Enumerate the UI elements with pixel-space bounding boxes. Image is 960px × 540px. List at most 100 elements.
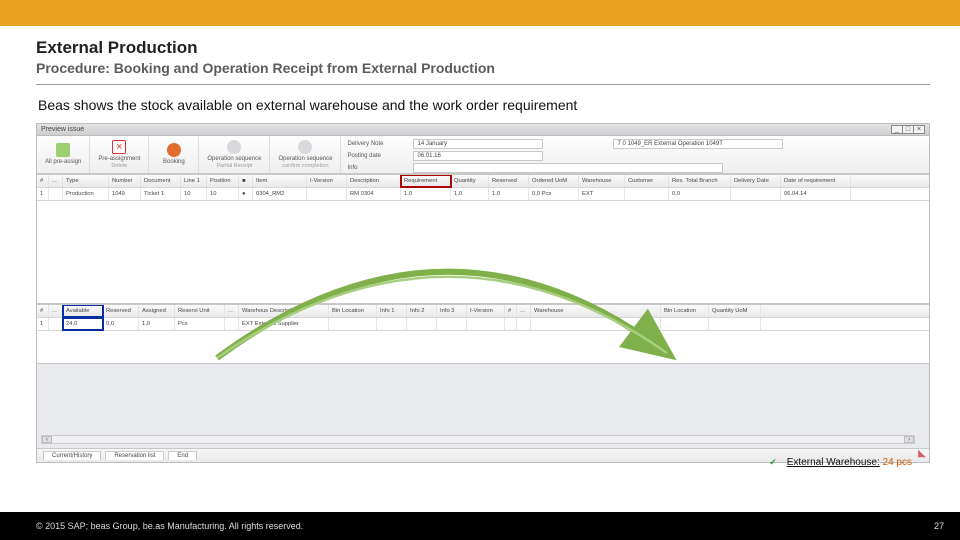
column-header[interactable]: ... (49, 305, 63, 317)
column-header[interactable]: Bin Location (329, 305, 377, 317)
grid-cell[interactable]: 1,0 (451, 188, 489, 200)
scroll-right-icon[interactable]: › (904, 436, 914, 443)
grid-cell[interactable] (225, 318, 239, 330)
grid-cell[interactable] (307, 188, 347, 200)
toolbar-preassign-button[interactable]: All pre-assign (37, 136, 90, 173)
grid-cell[interactable] (467, 318, 505, 330)
grid-cell[interactable] (407, 318, 437, 330)
toolbar-label: Operation sequence (278, 156, 332, 163)
column-header[interactable]: ... (517, 305, 531, 317)
column-header[interactable]: Available (63, 305, 103, 317)
grid-cell[interactable] (437, 318, 467, 330)
delivery-note-input[interactable]: 14 January (413, 139, 543, 149)
column-header[interactable]: I-Version (467, 305, 505, 317)
grid-cell[interactable]: 06.04.14 (781, 188, 851, 200)
toolbar-opseq-confirm-button[interactable]: Operation sequence confirm completion (270, 136, 341, 173)
column-header[interactable]: ... (49, 175, 63, 187)
grid-cell[interactable]: 1,0 (139, 318, 175, 330)
column-header[interactable]: Quantity (451, 175, 489, 187)
grid-cell[interactable]: 1 (37, 318, 49, 330)
scroll-left-icon[interactable]: ‹ (42, 436, 52, 443)
column-header[interactable]: Reservi Unit (175, 305, 225, 317)
column-header[interactable]: Info 3 (437, 305, 467, 317)
column-header[interactable]: Item (253, 175, 307, 187)
column-header[interactable]: Assigned (139, 305, 175, 317)
tab-end[interactable]: End (168, 451, 197, 460)
toolbar-label: Pre-assignment (98, 156, 140, 163)
column-header[interactable]: # (37, 175, 49, 187)
posting-date-input[interactable]: 06.01.16 (413, 151, 543, 161)
grid-cell[interactable] (531, 318, 661, 330)
grid-cell[interactable] (377, 318, 407, 330)
column-header[interactable]: Bin Location (661, 305, 709, 317)
grid-cell[interactable]: 1,0 (489, 188, 529, 200)
resize-handle-icon[interactable]: ◢ (918, 448, 926, 459)
column-header[interactable]: # (37, 305, 49, 317)
column-header[interactable]: Description (347, 175, 401, 187)
grid-cell[interactable]: Pcs (175, 318, 225, 330)
column-header[interactable]: Line 1 (181, 175, 207, 187)
grid-cell[interactable]: EXT External Supplier (239, 318, 329, 330)
info2-input[interactable] (413, 163, 723, 173)
toolbar-delete-assign-button[interactable]: × Pre-assignment Delete (90, 136, 149, 173)
column-header[interactable]: Warehous Description (239, 305, 329, 317)
app-window: Preview issue _ □ × All pre-assign × Pre… (36, 123, 930, 463)
grid-cell[interactable]: Production (63, 188, 109, 200)
grid-cell[interactable]: 1,0 (401, 188, 451, 200)
footer-copyright: © 2015 SAP; beas Group, be.as Manufactur… (36, 521, 303, 531)
column-header[interactable]: Customer (625, 175, 669, 187)
grid-cell[interactable]: 1 (37, 188, 49, 200)
gear-icon (298, 140, 312, 154)
grid-cell[interactable]: 0,0 (103, 318, 139, 330)
column-header[interactable]: # (505, 305, 517, 317)
column-header[interactable]: Info 1 (377, 305, 407, 317)
grid-cell[interactable]: 24,0 (63, 318, 103, 330)
grid-cell[interactable] (709, 318, 761, 330)
grid-cell[interactable]: RM 0304 (347, 188, 401, 200)
grid-cell[interactable] (505, 318, 517, 330)
column-header[interactable]: Document (141, 175, 181, 187)
horizontal-scrollbar[interactable]: ‹ › (41, 435, 915, 444)
column-header[interactable]: ■ (239, 175, 253, 187)
column-header[interactable]: ... (225, 305, 239, 317)
grid-cell[interactable] (49, 318, 63, 330)
toolbar-booking-button[interactable]: Booking (149, 136, 199, 173)
grid-cell[interactable]: Ticket 1 (141, 188, 181, 200)
column-header[interactable]: Delivery Date (731, 175, 781, 187)
column-header[interactable]: Warehouse (531, 305, 661, 317)
column-header[interactable]: Date of requirement (781, 175, 851, 187)
grid-cell[interactable] (517, 318, 531, 330)
tab-current-history[interactable]: Current/History (43, 451, 101, 460)
grid-cell[interactable]: 10 (207, 188, 239, 200)
delete-icon: × (112, 140, 126, 154)
grid-cell[interactable] (329, 318, 377, 330)
column-header[interactable]: Warehouse (579, 175, 625, 187)
column-header[interactable]: Number (109, 175, 141, 187)
grid-cell[interactable] (625, 188, 669, 200)
grid-cell[interactable] (731, 188, 781, 200)
grid-cell[interactable]: 0,0 (669, 188, 731, 200)
column-header[interactable]: Reserved (489, 175, 529, 187)
grid-cell[interactable] (661, 318, 709, 330)
column-header[interactable]: Info 2 (407, 305, 437, 317)
column-header[interactable]: Position (207, 175, 239, 187)
grid-cell[interactable]: 0304_RM2 (253, 188, 307, 200)
tab-reservation-list[interactable]: Reservation list (105, 451, 164, 460)
grid-cell[interactable]: EXT (579, 188, 625, 200)
toolbar-opseq-partial-button[interactable]: Operation sequence Partial Receipt (199, 136, 270, 173)
column-header[interactable]: Requirement (401, 175, 451, 187)
column-header[interactable]: Ordered UoM (529, 175, 579, 187)
column-header[interactable]: Reserved (103, 305, 139, 317)
info-input[interactable]: 7 0 1049_ER External Operation 1049T (613, 139, 783, 149)
column-header[interactable]: Type (63, 175, 109, 187)
grid-cell[interactable]: 10 (181, 188, 207, 200)
column-header[interactable]: Res. Total Branch (669, 175, 731, 187)
column-header[interactable]: I-Version (307, 175, 347, 187)
grid-cell[interactable]: 0,0 Pcs (529, 188, 579, 200)
column-header[interactable]: Quantity UoM (709, 305, 761, 317)
grid-cell[interactable]: 1049 (109, 188, 141, 200)
window-close-icon[interactable]: × (913, 125, 925, 134)
field-label: Delivery Note (347, 141, 409, 147)
grid-cell[interactable] (49, 188, 63, 200)
grid-cell[interactable]: ● (239, 188, 253, 200)
